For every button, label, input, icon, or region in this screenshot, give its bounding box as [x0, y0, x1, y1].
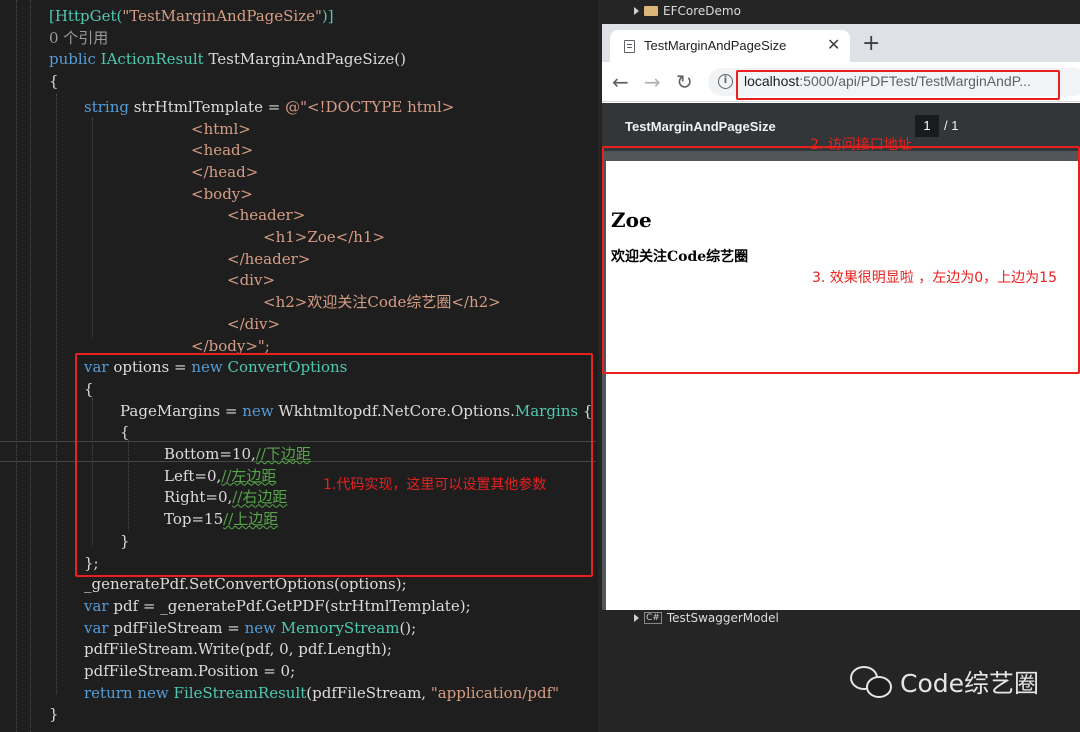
code-token: "application/pdf" — [430, 683, 560, 702]
code-line[interactable]: return new FileStreamResult(pdfFileStrea… — [84, 683, 559, 705]
code-line[interactable]: public IActionResult TestMarginAndPageSi… — [49, 49, 406, 71]
code-token: (); — [399, 618, 417, 637]
csharp-project-icon: C# — [644, 612, 662, 624]
code-token: <div> — [227, 271, 276, 290]
info-icon[interactable]: i — [718, 74, 733, 89]
close-tab-icon[interactable]: ✕ — [827, 35, 840, 54]
code-line[interactable]: [HttpGet("TestMarginAndPageSize")] — [49, 6, 334, 28]
code-token: { — [49, 72, 59, 91]
pdf-title: TestMarginAndPageSize — [625, 119, 776, 134]
code-line[interactable]: string strHtmlTemplate = @"<!DOCTYPE htm… — [84, 97, 454, 119]
result-highlight-box — [602, 146, 1080, 374]
code-line[interactable]: <html> — [191, 119, 251, 141]
pdf-page-total: / 1 — [944, 118, 959, 133]
code-token: _generatePdf.SetConvertOptions(options); — [84, 575, 407, 594]
code-token: var — [84, 618, 109, 637]
code-token: "TestMarginAndPageSize" — [122, 7, 322, 25]
browser-tab[interactable]: TestMarginAndPageSize ✕ — [610, 30, 850, 62]
code-line[interactable]: pdfFileStream.Position = 0; — [84, 661, 295, 683]
code-line[interactable]: <h1>Zoe</h1> — [263, 227, 385, 249]
code-token: public — [49, 50, 96, 69]
code-token: pdfFileStream = — [108, 618, 245, 637]
indent-guide — [30, 0, 31, 732]
code-token: <header> — [227, 206, 306, 225]
expand-arrow-icon[interactable] — [634, 7, 639, 15]
back-button[interactable]: ← — [612, 70, 629, 94]
code-line[interactable]: } — [49, 704, 59, 726]
folder-icon — [644, 6, 658, 16]
browser-window: TestMarginAndPageSize ✕ + ← → ↻ i localh… — [602, 24, 1080, 610]
document-icon — [624, 40, 635, 53]
code-token: <html> — [191, 119, 251, 138]
code-token: pdfFileStream.Write(pdf, 0, pdf.Length); — [84, 640, 392, 659]
code-token: new — [244, 618, 277, 637]
watermark: Code综艺圈 — [850, 664, 1039, 700]
code-token: var — [84, 596, 109, 615]
code-line[interactable]: </header> — [227, 249, 310, 271]
code-token: <body> — [191, 184, 253, 203]
watermark-text: Code综艺圈 — [900, 669, 1040, 698]
code-annotation: 1.代码实现，这里可以设置其他参数 — [323, 477, 547, 493]
code-line[interactable]: _generatePdf.SetConvertOptions(options); — [84, 574, 407, 596]
code-line[interactable]: </div> — [227, 314, 280, 336]
code-token: return — [84, 683, 133, 702]
code-line[interactable]: pdfFileStream.Write(pdf, 0, pdf.Length); — [84, 639, 392, 661]
code-token: </header> — [227, 249, 311, 268]
code-token: MemoryStream — [280, 618, 400, 637]
code-token: new — [137, 683, 169, 702]
code-line[interactable]: { — [49, 71, 59, 93]
code-token: pdfFileStream.Position = 0; — [84, 662, 296, 680]
code-token: </div> — [227, 314, 281, 333]
wechat-icon — [850, 664, 894, 700]
expand-arrow-icon[interactable] — [634, 614, 639, 622]
result-annotation: 3. 效果很明显啦 ，左边为0，上边为15 — [812, 270, 1057, 286]
code-token: strHtmlTemplate = — [128, 97, 286, 116]
forward-button[interactable]: → — [644, 70, 661, 94]
code-line[interactable]: <header> — [227, 205, 305, 227]
code-token: [HttpGet( — [49, 7, 123, 25]
code-line[interactable]: <head> — [191, 140, 253, 162]
code-line[interactable]: </head> — [191, 162, 258, 184]
pdf-page-input[interactable]: 1 — [915, 115, 939, 137]
indent-guide — [56, 94, 57, 694]
code-line[interactable]: var pdf = _generatePdf.GetPDF(strHtmlTem… — [84, 596, 471, 618]
code-highlight-box — [75, 353, 593, 577]
code-token: @"<!DOCTYPE html> — [285, 97, 455, 116]
code-token: string — [84, 97, 129, 116]
code-token: <h1>Zoe</h1> — [263, 228, 386, 246]
code-token: (pdfFileStream, — [306, 683, 431, 702]
code-token: </head> — [191, 162, 259, 181]
tree-item-testswaggermodel[interactable]: C# TestSwaggerModel — [634, 611, 779, 625]
reload-button[interactable]: ↻ — [676, 70, 693, 94]
code-token: <head> — [191, 141, 254, 160]
code-line[interactable]: <body> — [191, 184, 253, 206]
indent-guide — [92, 118, 93, 338]
indent-guide — [16, 0, 17, 732]
code-line[interactable]: <div> — [227, 270, 275, 292]
url-highlight-box — [736, 70, 1060, 100]
code-line[interactable]: <h2>欢迎关注Code综艺圈</h2> — [263, 292, 501, 314]
code-token: IActionResult — [100, 50, 204, 69]
code-editor[interactable]: [HttpGet("TestMarginAndPageSize")] 0 个引用 p… — [0, 0, 598, 732]
code-token: )] — [321, 7, 334, 25]
code-line[interactable]: var pdfFileStream = new MemoryStream(); — [84, 618, 416, 640]
tab-bar: TestMarginAndPageSize ✕ + — [602, 24, 1080, 62]
tab-title: TestMarginAndPageSize — [644, 38, 787, 53]
code-line[interactable]: 0 个引用 — [49, 28, 108, 50]
code-token: 0 个引用 — [49, 28, 109, 47]
code-token: } — [49, 705, 59, 724]
new-tab-button[interactable]: + — [862, 31, 880, 56]
tree-item-efcoredemo[interactable]: EFCoreDemo — [634, 4, 741, 18]
code-token: FileStreamResult — [173, 683, 307, 702]
code-token: <h2>欢迎关注Code综艺圈</h2> — [263, 293, 501, 312]
code-token: </body>"; — [191, 336, 270, 355]
code-token: pdf = _generatePdf.GetPDF(strHtmlTemplat… — [108, 596, 471, 615]
code-token: TestMarginAndPageSize() — [203, 50, 406, 69]
